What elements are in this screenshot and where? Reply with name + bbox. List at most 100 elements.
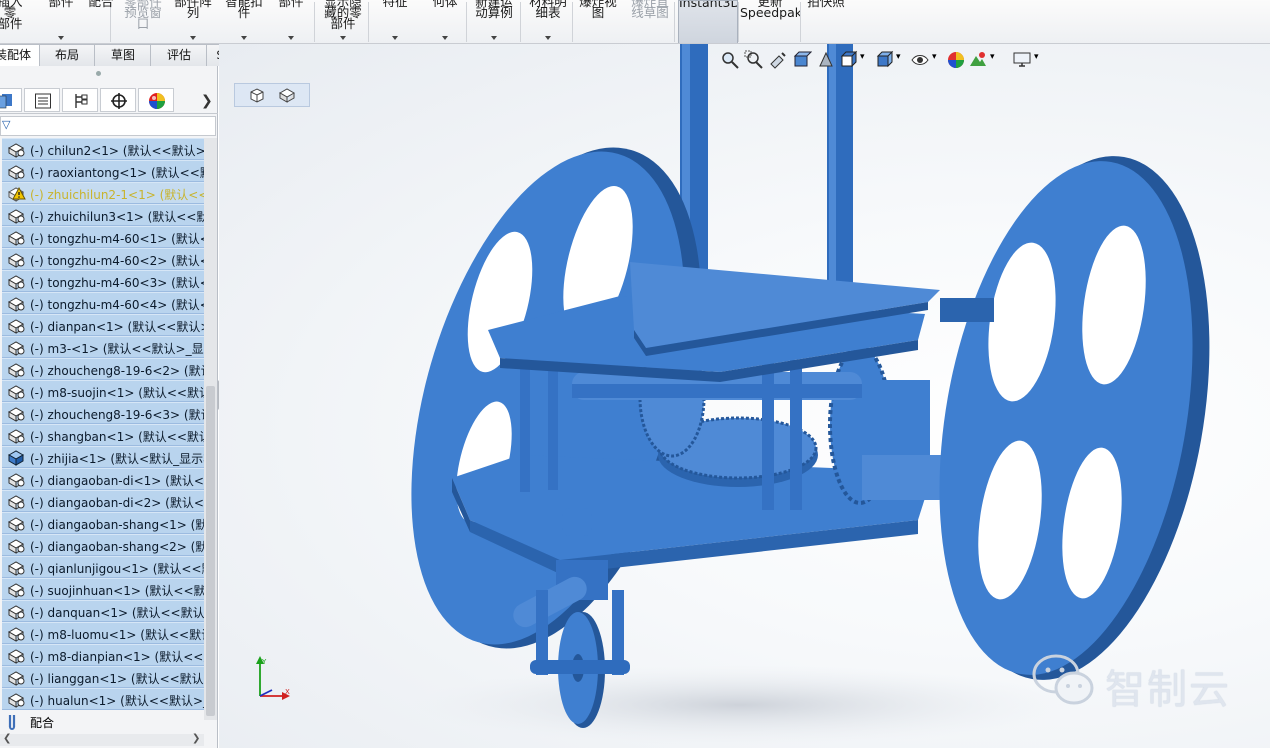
tree-item[interactable]: (-) dianpan<1> (默认<<默认>_显示状态 <box>2 314 204 336</box>
chevron-right-icon[interactable]: ❯ <box>201 93 213 109</box>
mates-folder[interactable]: 配合 <box>4 710 204 732</box>
display-style-icon[interactable] <box>874 50 894 70</box>
tree-item[interactable]: (-) m8-suojin<1> (默认<<默认>_显示 <box>2 380 204 402</box>
property-manager-tab[interactable] <box>24 88 60 112</box>
ribbon-button-8[interactable]: 特征 <box>380 0 410 43</box>
edit-appearance-icon[interactable] <box>946 50 966 70</box>
dropdown-arrow-icon[interactable]: ▾ <box>990 52 995 62</box>
panel-tabs: ❯ <box>0 86 218 114</box>
tree-item[interactable]: (-) chilun2<1> (默认<<默认>_显示状态 <box>2 138 204 160</box>
ribbon-button-15[interactable]: 更新 Speedpak <box>740 0 800 43</box>
tree-item[interactable]: (-) shangban<1> (默认<<默认>_显示状 <box>2 424 204 446</box>
tree-item[interactable]: (-) diangaoban-di<2> (默认<<默认> <box>2 490 204 512</box>
ribbon-button-5[interactable]: 智能扣 件 <box>222 0 266 43</box>
tree-item[interactable]: (-) diangaoban-di<1> (默认<<默认> <box>2 468 204 490</box>
ribbon-button-2[interactable]: 配合 <box>86 0 116 43</box>
apply-scene-icon[interactable] <box>968 50 988 70</box>
zoom-to-area-icon[interactable] <box>744 50 764 70</box>
ribbon-button-7[interactable]: 显示隐 藏的零 部件 <box>322 0 364 43</box>
dropdown-arrow-icon[interactable] <box>491 36 497 40</box>
tree-item[interactable]: (-) tongzhu-m4-60<1> (默认<<默认> <box>2 226 204 248</box>
tree-item[interactable]: (-) hualun<1> (默认<<默认>_显示状态 <box>2 688 204 710</box>
part-icon[interactable] <box>277 86 297 104</box>
ribbon-button-11[interactable]: 材料明 细表 <box>526 0 570 43</box>
part-icon <box>6 229 26 246</box>
wechat-logo-icon <box>1032 654 1094 705</box>
assembly-icon[interactable] <box>247 86 267 104</box>
view-orientation-icon[interactable] <box>838 50 858 70</box>
dropdown-arrow-icon[interactable] <box>288 36 294 40</box>
tree-filter-input[interactable]: ▽ <box>0 116 216 136</box>
dropdown-arrow-icon[interactable]: ▾ <box>860 52 865 62</box>
right-wheel[interactable] <box>903 135 1247 700</box>
tree-item-label: (-) dianpan<1> (默认<<默认>_显示状态 <box>30 320 204 334</box>
ribbon-button-1[interactable]: 部件 <box>44 0 78 43</box>
ribbon-button-16[interactable]: 拍快照 <box>806 0 846 43</box>
ribbon-button-9[interactable]: 何体 <box>430 0 460 43</box>
breadcrumb[interactable] <box>234 83 310 107</box>
dropdown-arrow-icon[interactable]: ▾ <box>932 52 937 62</box>
dropdown-arrow-icon[interactable] <box>442 36 448 40</box>
tree-item[interactable]: (-) diangaoban-shang<2> (默认<<默认> <box>2 534 204 556</box>
tree-item[interactable]: (-) danquan<1> (默认<<默认>_显示状 <box>2 600 204 622</box>
tab-0[interactable]: 装配体 <box>0 44 40 66</box>
ribbon-button-0[interactable]: 插入零 部件 <box>0 0 28 43</box>
assembly-model[interactable] <box>219 44 1270 748</box>
ribbon-button-3[interactable]: 零部件 预览窗 口 <box>120 0 166 43</box>
part-icon <box>6 427 26 444</box>
ribbon-button-10[interactable]: 新建运 动算例 <box>470 0 518 43</box>
tree-item[interactable]: (-) zhoucheng8-19-6<2> (默认<<默认> <box>2 358 204 380</box>
section-view-icon[interactable] <box>792 50 812 70</box>
tab-2[interactable]: 草图 <box>94 44 152 66</box>
ribbon-button-label: 显示隐 藏的零 部件 <box>324 0 362 31</box>
scrollbar-thumb[interactable] <box>206 386 215 716</box>
tree-horizontal-scrollbar[interactable]: ❮ ❯ <box>0 733 204 746</box>
tree-item[interactable]: (-) tongzhu-m4-60<4> (默认<<默认> <box>2 292 204 314</box>
ribbon-button-6[interactable]: 部件 <box>276 0 306 43</box>
feature-manager-tab[interactable] <box>0 88 22 112</box>
panel-grip[interactable] <box>96 71 101 76</box>
dropdown-arrow-icon[interactable] <box>241 36 247 40</box>
tree-item[interactable]: (-) zhijia<1> (默认<默认_显示状态 <box>2 446 204 468</box>
tree-item[interactable]: (-) zhuichilun2-1<1> (默认<<默认> <box>2 182 204 204</box>
dropdown-arrow-icon[interactable]: ▾ <box>1034 52 1039 62</box>
scroll-right-icon[interactable]: ❯ <box>192 733 200 744</box>
tree-item[interactable]: (-) m8-luomu<1> (默认<<默认>_显示 <box>2 622 204 644</box>
tree-vertical-scrollbar[interactable] <box>204 138 217 720</box>
ribbon-button-12[interactable]: 爆炸视 图 <box>578 0 618 43</box>
view-settings-icon[interactable] <box>1012 50 1032 70</box>
tree-item[interactable]: (-) m3-<1> (默认<<默认>_显示状态 <box>2 336 204 358</box>
ribbon-separator <box>466 2 467 42</box>
dropdown-arrow-icon[interactable] <box>392 36 398 40</box>
tree-item[interactable]: (-) diangaoban-shang<1> (默认<<默认> <box>2 512 204 534</box>
dropdown-arrow-icon[interactable] <box>58 36 64 40</box>
tab-3[interactable]: 评估 <box>150 44 208 66</box>
tree-item[interactable]: (-) zhoucheng8-19-6<3> (默认<<默认> <box>2 402 204 424</box>
dropdown-arrow-icon[interactable] <box>545 36 551 40</box>
dynamic-annotation-icon[interactable] <box>816 50 836 70</box>
zoom-to-fit-icon[interactable] <box>720 50 740 70</box>
dropdown-arrow-icon[interactable] <box>190 36 196 40</box>
ribbon-button-14[interactable]: Instant3D <box>678 0 738 43</box>
previous-view-icon[interactable] <box>768 50 788 70</box>
scroll-left-icon[interactable]: ❮ <box>3 733 11 744</box>
tree-item[interactable]: (-) lianggan<1> (默认<<默认>_显示状 <box>2 666 204 688</box>
ribbon-button-13[interactable]: 爆炸直 线草图 <box>628 0 672 43</box>
dimxpert-manager-tab[interactable] <box>100 88 136 112</box>
ribbon-button-4[interactable]: 部件阵 列 <box>172 0 214 43</box>
hide-show-items-icon[interactable] <box>910 50 930 70</box>
dropdown-arrow-icon[interactable]: ▾ <box>896 52 901 62</box>
dropdown-arrow-icon[interactable] <box>340 36 346 40</box>
tree-item[interactable]: (-) raoxiantong<1> (默认<<默认>_显 <box>2 160 204 182</box>
tree-item[interactable]: (-) suojinhuan<1> (默认<<默认>_显示 <box>2 578 204 600</box>
vertical-rods[interactable] <box>680 44 853 306</box>
tree-item[interactable]: (-) m8-dianpian<1> (默认<<默认>_显 <box>2 644 204 666</box>
tree-item[interactable]: (-) qianlunjigou<1> (默认<<默认>_显 <box>2 556 204 578</box>
display-manager-tab[interactable] <box>138 88 174 112</box>
tree-item[interactable]: (-) tongzhu-m4-60<3> (默认<<默认> <box>2 270 204 292</box>
tab-1[interactable]: 布局 <box>38 44 96 66</box>
tree-item[interactable]: (-) zhuichilun3<1> (默认<<默认>_显示 <box>2 204 204 226</box>
configuration-manager-tab[interactable] <box>62 88 98 112</box>
part-icon <box>6 537 26 554</box>
tree-item[interactable]: (-) tongzhu-m4-60<2> (默认<<默认> <box>2 248 204 270</box>
